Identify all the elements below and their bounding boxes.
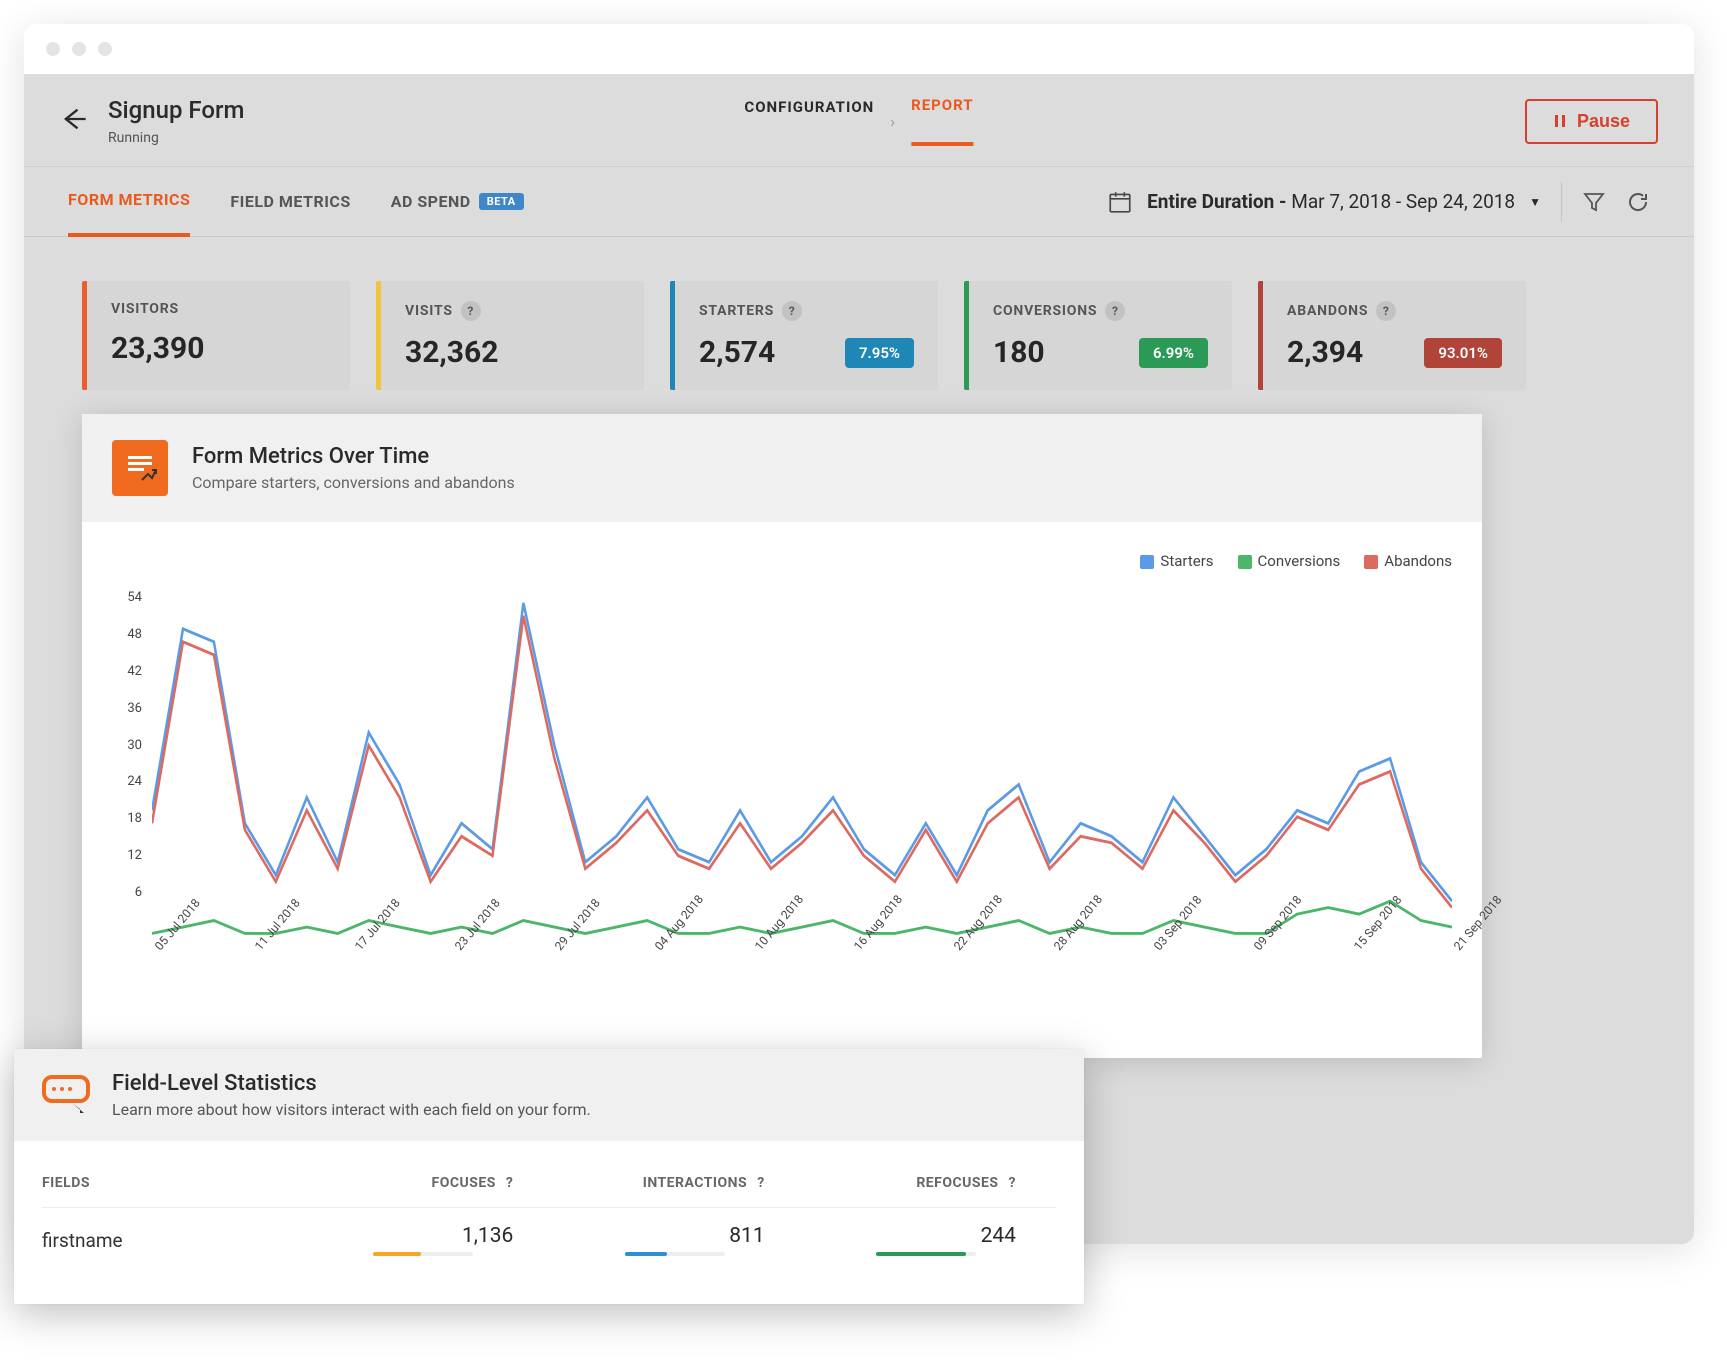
field-icon [42, 1071, 90, 1119]
metric-card-visitors[interactable]: VISITORS 23,390 [82, 281, 350, 390]
chart-header: Form Metrics Over Time Compare starters,… [82, 414, 1482, 522]
cell-value: 811 [553, 1224, 764, 1248]
page-title: Signup Form [108, 96, 244, 124]
col-refocuses: REFOCUSES? [805, 1175, 1056, 1191]
breadcrumb: CONFIGURATION › REPORT [744, 96, 973, 146]
subbar-right: Entire Duration - Mar 7, 2018 - Sep 24, … [1107, 182, 1650, 222]
y-axis-ticks: 54484236302418126 [112, 590, 142, 900]
card-badge: 6.99% [1139, 338, 1208, 368]
card-badge: 7.95% [845, 338, 914, 368]
date-range-text: Mar 7, 2018 - Sep 24, 2018 [1291, 190, 1515, 213]
col-fields: FIELDS [42, 1175, 302, 1191]
main-area: Signup Form Running CONFIGURATION › REPO… [24, 74, 1694, 1244]
x-axis-ticks: 05 Jul 201811 Jul 201817 Jul 201823 Jul … [112, 944, 1452, 958]
fls-title: Field-Level Statistics [112, 1071, 591, 1096]
page-status: Running [108, 130, 244, 146]
help-icon[interactable]: ? [1376, 301, 1396, 321]
filter-icon[interactable] [1582, 190, 1606, 214]
tab-ad-spend[interactable]: AD SPEND BETA [391, 168, 524, 235]
chart-area: 54484236302418126 [112, 590, 1452, 940]
metric-card-visits[interactable]: VISITS? 32,362 [376, 281, 644, 390]
window-controls [24, 24, 1694, 74]
col-interactions: INTERACTIONS? [553, 1175, 804, 1191]
help-icon[interactable]: ? [461, 301, 481, 321]
metric-card-conversions[interactable]: CONVERSIONS? 180 6.99% [964, 281, 1232, 390]
card-label: ABANDONS [1287, 303, 1368, 319]
help-icon[interactable]: ? [1009, 1175, 1016, 1191]
field-level-stats-panel: Field-Level Statistics Learn more about … [14, 1049, 1084, 1304]
fls-table-head: FIELDS FOCUSES? INTERACTIONS? REFOCUSES? [42, 1159, 1056, 1208]
chart-title: Form Metrics Over Time [192, 444, 515, 469]
window-min-dot[interactable] [72, 42, 86, 56]
card-value: 180 [993, 335, 1045, 370]
metric-card-starters[interactable]: STARTERS? 2,574 7.95% [670, 281, 938, 390]
cell-value: 1,136 [302, 1224, 513, 1248]
window-max-dot[interactable] [98, 42, 112, 56]
col-focuses: FOCUSES? [302, 1175, 553, 1191]
cell-value: 244 [805, 1224, 1016, 1248]
help-icon[interactable]: ? [506, 1175, 513, 1191]
tab-field-metrics[interactable]: FIELD METRICS [230, 168, 350, 235]
card-value: 23,390 [111, 331, 204, 366]
card-value: 2,574 [699, 335, 775, 370]
help-icon[interactable]: ? [782, 301, 802, 321]
card-value: 32,362 [405, 335, 498, 370]
legend-abandons[interactable]: Abandons [1364, 552, 1452, 570]
crumb-configuration[interactable]: CONFIGURATION [744, 98, 874, 144]
fls-table: FIELDS FOCUSES? INTERACTIONS? REFOCUSES?… [14, 1141, 1084, 1304]
back-button[interactable] [60, 105, 88, 137]
calendar-icon [1107, 189, 1133, 215]
help-icon[interactable]: ? [1105, 301, 1125, 321]
window-close-dot[interactable] [46, 42, 60, 56]
date-range-picker[interactable]: Entire Duration - Mar 7, 2018 - Sep 24, … [1107, 189, 1541, 215]
legend-conversions[interactable]: Conversions [1238, 552, 1341, 570]
legend-starters[interactable]: Starters [1140, 552, 1213, 570]
card-badge: 93.01% [1424, 338, 1502, 368]
pause-icon [1553, 114, 1567, 128]
pause-label: Pause [1577, 111, 1630, 132]
metric-cards: VISITORS 23,390 VISITS? 32,362 STARTERS? 2,57… [24, 237, 1584, 414]
title-block: Signup Form Running [108, 96, 244, 146]
line-chart [152, 590, 1452, 940]
chart-card: Form Metrics Over Time Compare starters,… [82, 414, 1482, 1058]
card-label: VISITS [405, 303, 453, 319]
tab-form-metrics[interactable]: FORM METRICS [68, 166, 190, 237]
beta-badge: BETA [479, 193, 524, 210]
chart-subtitle: Compare starters, conversions and abando… [192, 473, 515, 492]
date-prefix: Entire Duration - [1147, 190, 1286, 213]
fls-row[interactable]: firstname1,136 811 244 [42, 1208, 1056, 1272]
subbar: FORM METRICS FIELD METRICS AD SPEND BETA… [24, 167, 1694, 237]
pause-button[interactable]: Pause [1525, 99, 1658, 144]
card-value: 2,394 [1287, 335, 1363, 370]
chart-body: Starters Conversions Abandons 5448423630… [82, 522, 1482, 1058]
divider [1561, 182, 1562, 222]
app-window: Signup Form Running CONFIGURATION › REPO… [24, 24, 1694, 1244]
card-label: CONVERSIONS [993, 303, 1097, 319]
metric-card-abandons[interactable]: ABANDONS? 2,394 93.01% [1258, 281, 1526, 390]
chevron-down-icon: ▼ [1529, 195, 1541, 209]
help-icon[interactable]: ? [757, 1175, 764, 1191]
crumb-report[interactable]: REPORT [911, 96, 974, 146]
topbar: Signup Form Running CONFIGURATION › REPO… [24, 74, 1694, 167]
fls-header: Field-Level Statistics Learn more about … [14, 1049, 1084, 1141]
refresh-icon[interactable] [1626, 190, 1650, 214]
tab-ad-spend-label: AD SPEND [391, 192, 471, 211]
field-name: firstname [42, 1229, 302, 1252]
report-icon [112, 440, 168, 496]
chevron-right-icon: › [890, 112, 895, 131]
chart-legend: Starters Conversions Abandons [112, 552, 1452, 570]
fls-subtitle: Learn more about how visitors interact w… [112, 1100, 591, 1119]
card-label: STARTERS [699, 303, 774, 319]
card-label: VISITORS [111, 301, 179, 317]
